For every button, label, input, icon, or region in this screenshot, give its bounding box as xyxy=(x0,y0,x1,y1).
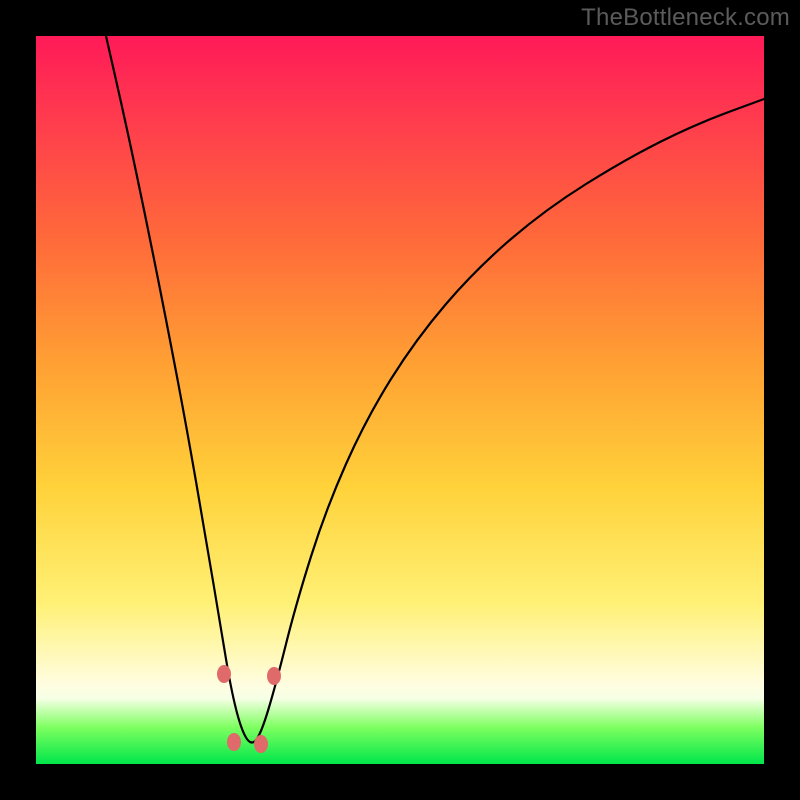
marker-dot xyxy=(227,733,241,751)
marker-dot xyxy=(254,735,268,753)
figure-canvas: TheBottleneck.com xyxy=(0,0,800,800)
bottleneck-curve xyxy=(106,36,764,742)
plot-area xyxy=(36,36,764,764)
curve-overlay xyxy=(36,36,764,764)
marker-dot xyxy=(217,665,231,683)
watermark-text: TheBottleneck.com xyxy=(581,4,790,32)
marker-dot xyxy=(267,667,281,685)
